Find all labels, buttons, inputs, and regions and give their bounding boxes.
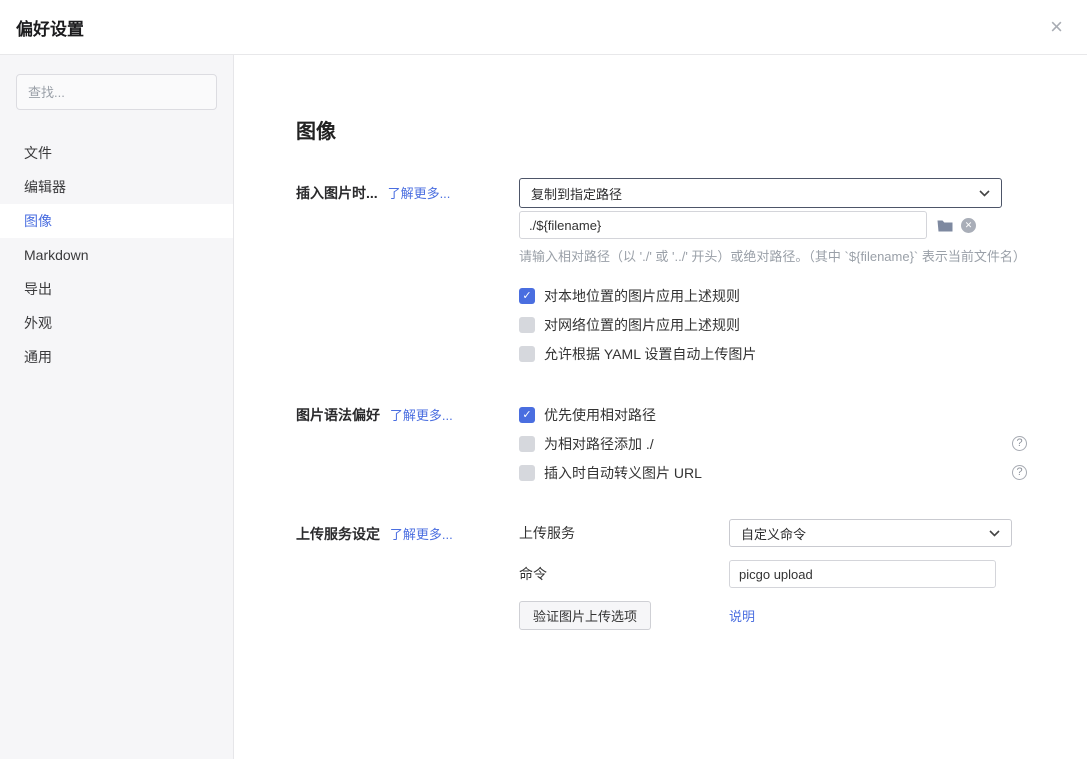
section-image-syntax: 图片语法偏好 了解更多... 优先使用相对路径 为相对路径添加 ./ ? 插入时… xyxy=(296,400,1087,487)
sidebar-item-editor[interactable]: 编辑器 xyxy=(0,170,233,204)
checkbox-row-online-images[interactable]: 对网络位置的图片应用上述规则 xyxy=(519,310,1026,339)
insert-action-select[interactable]: 复制到指定路径 xyxy=(519,178,1002,208)
sidebar-item-file[interactable]: 文件 xyxy=(0,136,233,170)
checkbox-label: 插入时自动转义图片 URL xyxy=(544,463,702,483)
checkbox-label: 对网络位置的图片应用上述规则 xyxy=(544,315,740,335)
checkbox-label: 允许根据 YAML 设置自动上传图片 xyxy=(544,344,756,364)
checkbox-row-yaml-upload[interactable]: 允许根据 YAML 设置自动上传图片 xyxy=(519,339,1026,368)
image-settings-panel: 图像 插入图片时... 了解更多... 复制到指定路径 ✕ xyxy=(234,55,1087,759)
upload-service-select[interactable]: 自定义命令 xyxy=(729,519,1012,547)
upload-learn-more-link[interactable]: 了解更多... xyxy=(390,527,453,542)
image-path-input[interactable] xyxy=(519,211,927,239)
checkbox-label: 优先使用相对路径 xyxy=(544,405,656,425)
upload-service-select-value: 自定义命令 xyxy=(741,524,806,543)
insert-action-select-value: 复制到指定路径 xyxy=(531,184,622,203)
section-insert-label: 插入图片时... xyxy=(296,185,378,201)
checkbox-label: 为相对路径添加 ./ xyxy=(544,434,654,454)
checkbox-row-relative-path[interactable]: 优先使用相对路径 xyxy=(519,400,1027,429)
chevron-down-icon xyxy=(989,530,1000,537)
clear-icon[interactable]: ✕ xyxy=(961,218,976,233)
sidebar-item-image[interactable]: 图像 xyxy=(0,204,233,238)
sidebar-item-markdown[interactable]: Markdown xyxy=(0,238,233,272)
chevron-down-icon xyxy=(979,190,990,197)
insert-learn-more-link[interactable]: 了解更多... xyxy=(388,186,451,201)
section-insert-image: 插入图片时... 了解更多... 复制到指定路径 ✕ 请输入相对路径（以 './… xyxy=(296,178,1087,368)
instructions-link[interactable]: 说明 xyxy=(729,606,755,625)
search-input[interactable] xyxy=(16,74,217,110)
help-icon[interactable]: ? xyxy=(1012,436,1027,451)
upload-service-label: 上传服务 xyxy=(519,523,729,543)
section-syntax-label: 图片语法偏好 xyxy=(296,407,380,423)
section-upload-label: 上传服务设定 xyxy=(296,526,380,542)
checkbox-yaml-upload[interactable] xyxy=(519,346,535,362)
path-hint-text: 请输入相对路径（以 './' 或 '../' 开头）或绝对路径。（其中 `${f… xyxy=(519,246,1026,265)
help-icon[interactable]: ? xyxy=(1012,465,1027,480)
sidebar-item-general[interactable]: 通用 xyxy=(0,340,233,374)
checkbox-online-images[interactable] xyxy=(519,317,535,333)
checkbox-escape-url[interactable] xyxy=(519,465,535,481)
dialog-header: 偏好设置 × xyxy=(0,0,1087,55)
sidebar-item-export[interactable]: 导出 xyxy=(0,272,233,306)
syntax-learn-more-link[interactable]: 了解更多... xyxy=(390,408,453,423)
command-input[interactable] xyxy=(729,560,996,588)
section-upload-service: 上传服务设定 了解更多... 上传服务 自定义命令 命令 验证图 xyxy=(296,519,1087,630)
preferences-sidebar: 文件 编辑器 图像 Markdown 导出 外观 通用 xyxy=(0,55,234,759)
checkbox-label: 对本地位置的图片应用上述规则 xyxy=(544,286,740,306)
sidebar-item-appearance[interactable]: 外观 xyxy=(0,306,233,340)
checkbox-local-images[interactable] xyxy=(519,288,535,304)
validate-upload-button[interactable]: 验证图片上传选项 xyxy=(519,601,651,630)
checkbox-row-local-images[interactable]: 对本地位置的图片应用上述规则 xyxy=(519,281,1026,310)
folder-icon[interactable] xyxy=(937,219,953,232)
checkbox-row-add-dot-slash[interactable]: 为相对路径添加 ./ ? xyxy=(519,429,1027,458)
checkbox-relative-path[interactable] xyxy=(519,407,535,423)
dialog-title: 偏好设置 xyxy=(16,15,84,40)
page-title: 图像 xyxy=(296,115,1087,144)
checkbox-row-escape-url[interactable]: 插入时自动转义图片 URL ? xyxy=(519,458,1027,487)
command-label: 命令 xyxy=(519,564,729,584)
close-icon[interactable]: × xyxy=(1050,16,1063,38)
checkbox-add-dot-slash[interactable] xyxy=(519,436,535,452)
